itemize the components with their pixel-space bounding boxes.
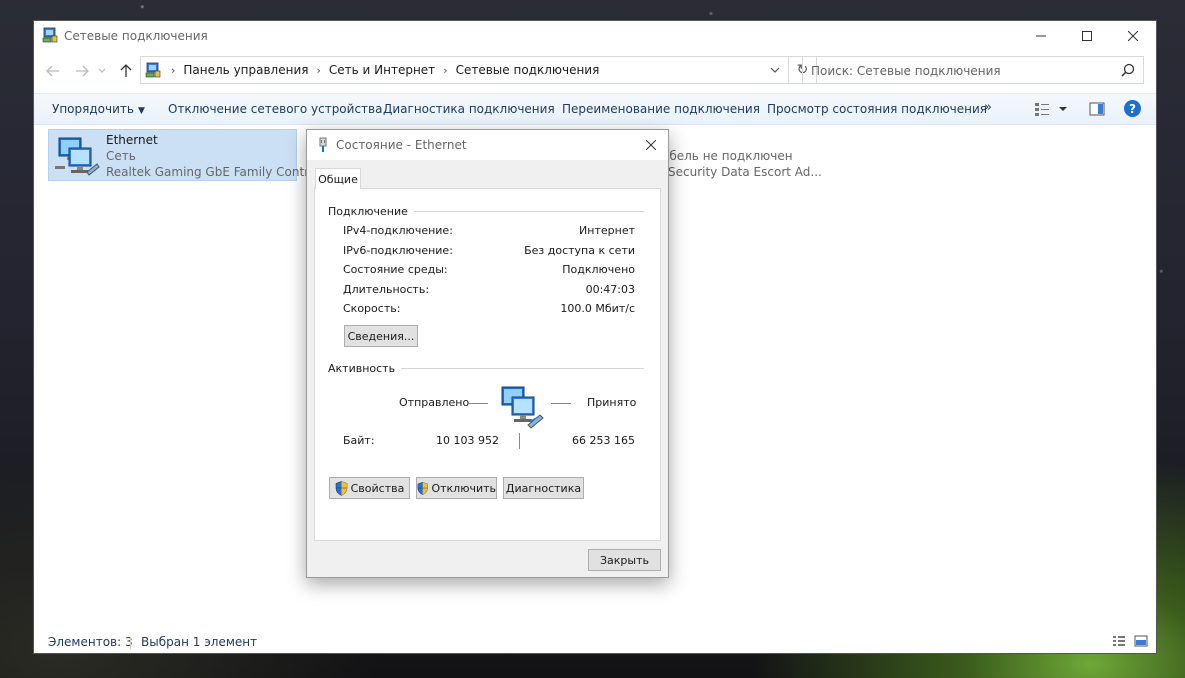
ipv4-label: IPv4-подключение: [343, 224, 453, 237]
connection-network: Сеть [106, 149, 136, 163]
bytes-sent-value: 10 103 952 [436, 434, 499, 447]
bytes-label: Байт: [343, 434, 375, 447]
breadcrumb-control-panel[interactable]: Панель управления [183, 63, 308, 77]
ipv6-label: IPv6-подключение: [343, 244, 453, 257]
details-view-icon[interactable] [1112, 634, 1126, 648]
control-panel-icon [145, 62, 161, 78]
tiles-view-icon[interactable] [1134, 634, 1148, 648]
selection-count: Выбран 1 элемент [141, 635, 258, 649]
up-button[interactable] [116, 61, 136, 81]
title-bar: Сетевые подключения [34, 21, 1156, 51]
forward-button[interactable] [72, 61, 92, 81]
general-tab-panel: Подключение IPv4-подключение: Интернет I… [314, 188, 661, 541]
chevron-down-icon [770, 67, 780, 73]
network-adapter-icon [55, 137, 100, 176]
organize-label: Упорядочить [52, 102, 134, 116]
command-bar: Упорядочить ▼ Отключение сетевого устройс… [34, 93, 1156, 125]
received-line [551, 403, 571, 404]
back-arrow-icon [46, 65, 59, 77]
breadcrumb-separator-icon[interactable]: › [443, 64, 447, 77]
disable-label: Отключить [431, 481, 496, 495]
forward-arrow-icon [76, 65, 89, 77]
breadcrumb-separator-icon: › [171, 63, 176, 77]
bytes-divider [519, 433, 520, 449]
item-count: Элементов: 3 [48, 635, 133, 649]
close-button[interactable] [1110, 21, 1156, 51]
status-divider [130, 637, 131, 649]
sent-line [468, 403, 488, 404]
duration-value: 00:47:03 [585, 283, 635, 296]
up-arrow-icon [120, 64, 132, 77]
change-view-icon[interactable] [1034, 101, 1050, 117]
breadcrumb: › Панель управления › Сеть и Интернет › … [163, 57, 599, 83]
dialog-title: Состояние - Ethernet [336, 138, 467, 152]
search-input[interactable]: Поиск: Сетевые подключения [811, 64, 1001, 78]
disable-device-button[interactable]: Отключение сетевого устройства [168, 102, 382, 116]
disable-button[interactable]: Отключить [416, 477, 497, 499]
window-title: Сетевые подключения [64, 29, 208, 43]
media-state-value: Подключено [562, 263, 635, 276]
address-history-button[interactable] [762, 57, 788, 83]
ethernet-plug-icon [319, 137, 327, 152]
uac-shield-icon [417, 481, 428, 495]
properties-label: Свойства [350, 481, 405, 495]
speed-label: Скорость: [343, 302, 401, 315]
connection-name: Ethernet [106, 133, 158, 147]
rename-connection-button[interactable]: Переименование подключения [562, 102, 760, 116]
search-icon[interactable] [1121, 63, 1135, 77]
breadcrumb-separator-icon[interactable]: › [316, 64, 320, 77]
minimize-button[interactable] [1018, 21, 1064, 51]
bytes-received-value: 66 253 165 [572, 434, 635, 447]
organize-button[interactable]: Упорядочить ▼ [52, 102, 145, 116]
connection-status-partial: абель не подключен [662, 149, 793, 163]
ipv6-value: Без доступа к сети [524, 244, 635, 257]
help-icon[interactable]: ? [1124, 100, 1141, 117]
properties-button[interactable]: Свойства [329, 477, 410, 499]
uac-shield-icon [335, 480, 347, 496]
ethernet-status-dialog: Состояние - Ethernet Общие Подключение I… [306, 129, 669, 578]
preview-pane-icon[interactable] [1089, 101, 1105, 117]
close-icon [646, 140, 656, 150]
duration-label: Длительность: [343, 283, 430, 296]
search-box[interactable]: Поиск: Сетевые подключения [802, 56, 1144, 84]
connection-adapter-partial: Security Data Escort Ad... [668, 165, 822, 179]
breadcrumb-network-internet[interactable]: Сеть и Интернет [329, 63, 435, 77]
dialog-title-bar: Состояние - Ethernet [307, 130, 668, 160]
close-icon [1128, 31, 1138, 41]
connection-adapter: Realtek Gaming GbE Family Contr... [106, 165, 320, 179]
maximize-button[interactable] [1064, 21, 1110, 51]
details-button[interactable]: Сведения... [344, 325, 418, 347]
back-button[interactable] [43, 61, 63, 81]
network-activity-icon [501, 386, 544, 429]
status-bar: Элементов: 3 Выбран 1 элемент [34, 629, 1156, 653]
speed-value: 100.0 Мбит/с [560, 302, 635, 315]
media-state-label: Состояние среды: [343, 263, 448, 276]
maximize-icon [1082, 31, 1092, 41]
more-commands-button[interactable]: » [984, 100, 992, 115]
diagnose-button[interactable]: Диагностика [503, 477, 584, 499]
dialog-close-action-button[interactable]: Закрыть [588, 549, 661, 571]
activity-group-label: Активность [328, 362, 402, 375]
ipv4-value: Интернет [579, 224, 635, 237]
tab-general[interactable]: Общие [315, 168, 361, 189]
address-bar[interactable]: › Панель управления › Сеть и Интернет › … [140, 56, 789, 84]
dialog-close-button[interactable] [640, 134, 662, 156]
received-label: Принято [587, 396, 637, 409]
sent-label: Отправлено [399, 396, 470, 409]
connection-group-label: Подключение [328, 205, 414, 218]
breadcrumb-network-connections[interactable]: Сетевые подключения [456, 63, 600, 77]
minimize-icon [1036, 35, 1046, 37]
network-connections-icon [42, 27, 58, 43]
dropdown-arrow-icon: ▼ [137, 106, 145, 116]
list-item-ethernet[interactable]: Ethernet Сеть Realtek Gaming GbE Family … [48, 129, 319, 181]
view-options-chevron-icon[interactable] [1058, 101, 1068, 117]
recent-locations-button[interactable] [96, 61, 108, 81]
diagnose-connection-button[interactable]: Диагностика подключения [383, 102, 555, 116]
view-status-button[interactable]: Просмотр состояния подключения [767, 102, 987, 116]
chevron-down-icon [98, 68, 106, 73]
